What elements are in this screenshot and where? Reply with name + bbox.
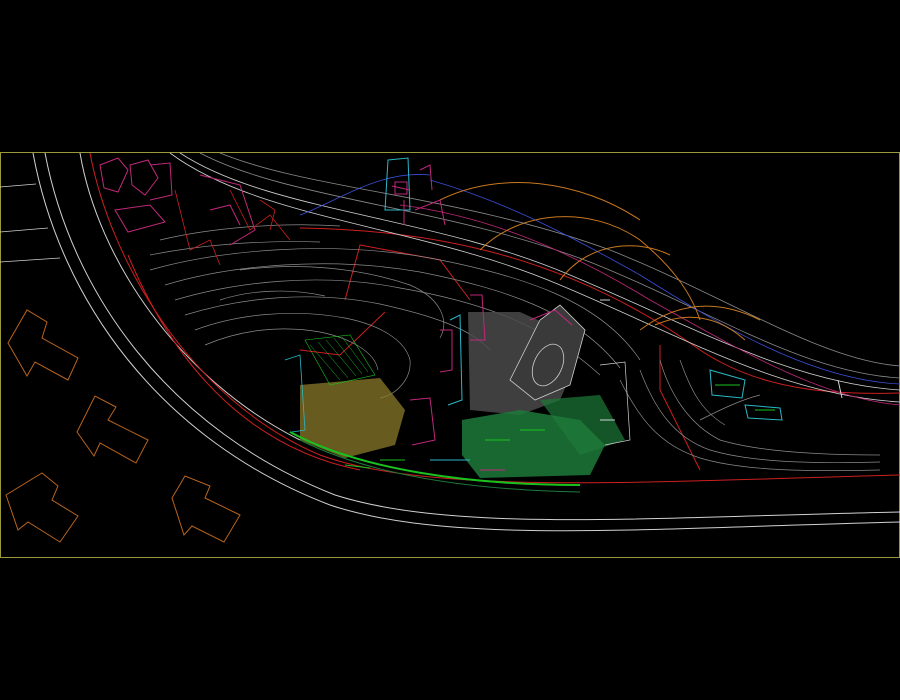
drawing-frame (0, 152, 900, 558)
right-structures (709, 369, 843, 421)
grid-lines (0, 183, 61, 263)
site-plan-drawing (0, 152, 900, 558)
hatched-green (304, 334, 376, 386)
central-complex (284, 294, 631, 493)
upper-gateway (384, 157, 446, 226)
building-footprints (5, 309, 241, 543)
hatch-lines (309, 336, 369, 381)
cad-viewport[interactable] (0, 0, 900, 700)
olive-plaza (300, 378, 405, 458)
